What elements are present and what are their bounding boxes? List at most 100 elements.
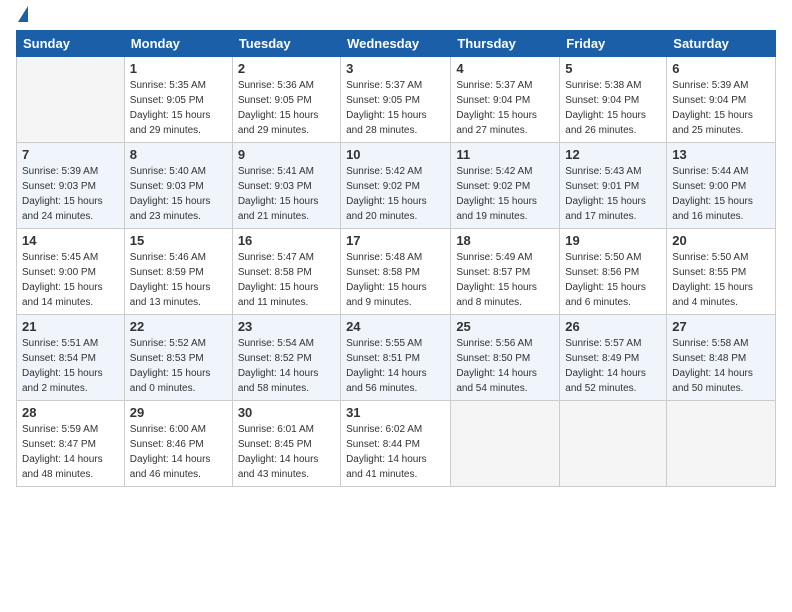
day-info: Sunrise: 5:54 AM Sunset: 8:52 PM Dayligh… <box>238 336 335 396</box>
day-info: Sunrise: 5:39 AM Sunset: 9:04 PM Dayligh… <box>672 78 770 138</box>
calendar-cell: 17 Sunrise: 5:48 AM Sunset: 8:58 PM Dayli… <box>341 229 451 315</box>
day-number: 21 <box>22 319 119 334</box>
day-info: Sunrise: 6:01 AM Sunset: 8:45 PM Dayligh… <box>238 422 335 482</box>
calendar-cell: 2 Sunrise: 5:36 AM Sunset: 9:05 PM Daylig… <box>232 57 340 143</box>
day-info: Sunrise: 5:49 AM Sunset: 8:57 PM Dayligh… <box>456 250 554 310</box>
day-info: Sunrise: 5:41 AM Sunset: 9:03 PM Dayligh… <box>238 164 335 224</box>
logo <box>16 10 28 22</box>
day-number: 28 <box>22 405 119 420</box>
weekday-header-wednesday: Wednesday <box>341 31 451 57</box>
day-number: 26 <box>565 319 661 334</box>
calendar-cell: 5 Sunrise: 5:38 AM Sunset: 9:04 PM Daylig… <box>560 57 667 143</box>
calendar-cell: 4 Sunrise: 5:37 AM Sunset: 9:04 PM Daylig… <box>451 57 560 143</box>
calendar-cell: 26 Sunrise: 5:57 AM Sunset: 8:49 PM Dayli… <box>560 315 667 401</box>
day-number: 6 <box>672 61 770 76</box>
day-info: Sunrise: 5:59 AM Sunset: 8:47 PM Dayligh… <box>22 422 119 482</box>
day-number: 4 <box>456 61 554 76</box>
calendar-cell: 29 Sunrise: 6:00 AM Sunset: 8:46 PM Dayli… <box>124 401 232 487</box>
day-info: Sunrise: 5:39 AM Sunset: 9:03 PM Dayligh… <box>22 164 119 224</box>
calendar-cell: 21 Sunrise: 5:51 AM Sunset: 8:54 PM Dayli… <box>17 315 125 401</box>
calendar-cell: 10 Sunrise: 5:42 AM Sunset: 9:02 PM Dayli… <box>341 143 451 229</box>
day-info: Sunrise: 5:36 AM Sunset: 9:05 PM Dayligh… <box>238 78 335 138</box>
calendar-cell: 19 Sunrise: 5:50 AM Sunset: 8:56 PM Dayli… <box>560 229 667 315</box>
day-info: Sunrise: 5:40 AM Sunset: 9:03 PM Dayligh… <box>130 164 227 224</box>
calendar-cell: 20Sunrise: 5:50 AM Sunset: 8:55 PM Dayli… <box>667 229 776 315</box>
day-number: 2 <box>238 61 335 76</box>
day-info: Sunrise: 5:48 AM Sunset: 8:58 PM Dayligh… <box>346 250 445 310</box>
day-number: 24 <box>346 319 445 334</box>
day-number: 25 <box>456 319 554 334</box>
calendar-cell: 9 Sunrise: 5:41 AM Sunset: 9:03 PM Daylig… <box>232 143 340 229</box>
day-info: Sunrise: 5:57 AM Sunset: 8:49 PM Dayligh… <box>565 336 661 396</box>
day-number: 22 <box>130 319 227 334</box>
day-info: Sunrise: 5:37 AM Sunset: 9:04 PM Dayligh… <box>456 78 554 138</box>
day-number: 19 <box>565 233 661 248</box>
calendar-cell: 31 Sunrise: 6:02 AM Sunset: 8:44 PM Dayli… <box>341 401 451 487</box>
day-info: Sunrise: 5:43 AM Sunset: 9:01 PM Dayligh… <box>565 164 661 224</box>
day-info: Sunrise: 5:55 AM Sunset: 8:51 PM Dayligh… <box>346 336 445 396</box>
day-info: Sunrise: 5:51 AM Sunset: 8:54 PM Dayligh… <box>22 336 119 396</box>
day-number: 27 <box>672 319 770 334</box>
day-info: Sunrise: 5:56 AM Sunset: 8:50 PM Dayligh… <box>456 336 554 396</box>
day-info: Sunrise: 5:47 AM Sunset: 8:58 PM Dayligh… <box>238 250 335 310</box>
calendar-cell: 13 Sunrise: 5:44 AM Sunset: 9:00 PM Dayli… <box>667 143 776 229</box>
day-number: 13 <box>672 147 770 162</box>
calendar-cell <box>560 401 667 487</box>
calendar-cell: 24 Sunrise: 5:55 AM Sunset: 8:51 PM Dayli… <box>341 315 451 401</box>
calendar-cell: 28 Sunrise: 5:59 AM Sunset: 8:47 PM Dayli… <box>17 401 125 487</box>
day-number: 8 <box>130 147 227 162</box>
day-number: 30 <box>238 405 335 420</box>
day-number: 14 <box>22 233 119 248</box>
day-number: 16 <box>238 233 335 248</box>
calendar-cell: 1Sunrise: 5:35 AM Sunset: 9:05 PM Daylig… <box>124 57 232 143</box>
day-info: Sunrise: 6:00 AM Sunset: 8:46 PM Dayligh… <box>130 422 227 482</box>
calendar-cell: 22 Sunrise: 5:52 AM Sunset: 8:53 PM Dayli… <box>124 315 232 401</box>
logo-triangle-icon <box>18 6 28 22</box>
day-info: Sunrise: 5:50 AM Sunset: 8:56 PM Dayligh… <box>565 250 661 310</box>
calendar-week-4: 21 Sunrise: 5:51 AM Sunset: 8:54 PM Dayli… <box>17 315 776 401</box>
day-number: 11 <box>456 147 554 162</box>
calendar-cell: 7 Sunrise: 5:39 AM Sunset: 9:03 PM Daylig… <box>17 143 125 229</box>
calendar-cell: 12Sunrise: 5:43 AM Sunset: 9:01 PM Dayli… <box>560 143 667 229</box>
weekday-header-friday: Friday <box>560 31 667 57</box>
weekday-header-sunday: Sunday <box>17 31 125 57</box>
day-number: 31 <box>346 405 445 420</box>
day-info: Sunrise: 5:42 AM Sunset: 9:02 PM Dayligh… <box>456 164 554 224</box>
calendar-cell: 18Sunrise: 5:49 AM Sunset: 8:57 PM Dayli… <box>451 229 560 315</box>
day-info: Sunrise: 5:52 AM Sunset: 8:53 PM Dayligh… <box>130 336 227 396</box>
weekday-header-thursday: Thursday <box>451 31 560 57</box>
day-number: 15 <box>130 233 227 248</box>
day-number: 9 <box>238 147 335 162</box>
weekday-header-saturday: Saturday <box>667 31 776 57</box>
calendar-cell <box>451 401 560 487</box>
page: SundayMondayTuesdayWednesdayThursdayFrid… <box>0 0 792 503</box>
calendar-cell: 3Sunrise: 5:37 AM Sunset: 9:05 PM Daylig… <box>341 57 451 143</box>
day-info: Sunrise: 5:35 AM Sunset: 9:05 PM Dayligh… <box>130 78 227 138</box>
day-info: Sunrise: 5:46 AM Sunset: 8:59 PM Dayligh… <box>130 250 227 310</box>
day-info: Sunrise: 5:42 AM Sunset: 9:02 PM Dayligh… <box>346 164 445 224</box>
calendar-cell: 27 Sunrise: 5:58 AM Sunset: 8:48 PM Dayli… <box>667 315 776 401</box>
calendar-cell <box>667 401 776 487</box>
calendar-cell: 16 Sunrise: 5:47 AM Sunset: 8:58 PM Dayli… <box>232 229 340 315</box>
day-info: Sunrise: 5:58 AM Sunset: 8:48 PM Dayligh… <box>672 336 770 396</box>
calendar-cell: 23Sunrise: 5:54 AM Sunset: 8:52 PM Dayli… <box>232 315 340 401</box>
day-info: Sunrise: 5:38 AM Sunset: 9:04 PM Dayligh… <box>565 78 661 138</box>
day-number: 29 <box>130 405 227 420</box>
calendar-week-5: 28 Sunrise: 5:59 AM Sunset: 8:47 PM Dayli… <box>17 401 776 487</box>
day-info: Sunrise: 5:50 AM Sunset: 8:55 PM Dayligh… <box>672 250 770 310</box>
calendar-week-3: 14 Sunrise: 5:45 AM Sunset: 9:00 PM Dayli… <box>17 229 776 315</box>
day-number: 7 <box>22 147 119 162</box>
day-info: Sunrise: 5:44 AM Sunset: 9:00 PM Dayligh… <box>672 164 770 224</box>
calendar-week-1: 1Sunrise: 5:35 AM Sunset: 9:05 PM Daylig… <box>17 57 776 143</box>
day-number: 17 <box>346 233 445 248</box>
weekday-header-row: SundayMondayTuesdayWednesdayThursdayFrid… <box>17 31 776 57</box>
day-number: 10 <box>346 147 445 162</box>
day-info: Sunrise: 6:02 AM Sunset: 8:44 PM Dayligh… <box>346 422 445 482</box>
day-number: 5 <box>565 61 661 76</box>
calendar-cell: 25 Sunrise: 5:56 AM Sunset: 8:50 PM Dayli… <box>451 315 560 401</box>
calendar-cell: 15 Sunrise: 5:46 AM Sunset: 8:59 PM Dayli… <box>124 229 232 315</box>
calendar-cell: 14 Sunrise: 5:45 AM Sunset: 9:00 PM Dayli… <box>17 229 125 315</box>
day-info: Sunrise: 5:45 AM Sunset: 9:00 PM Dayligh… <box>22 250 119 310</box>
day-info: Sunrise: 5:37 AM Sunset: 9:05 PM Dayligh… <box>346 78 445 138</box>
header <box>16 10 776 22</box>
